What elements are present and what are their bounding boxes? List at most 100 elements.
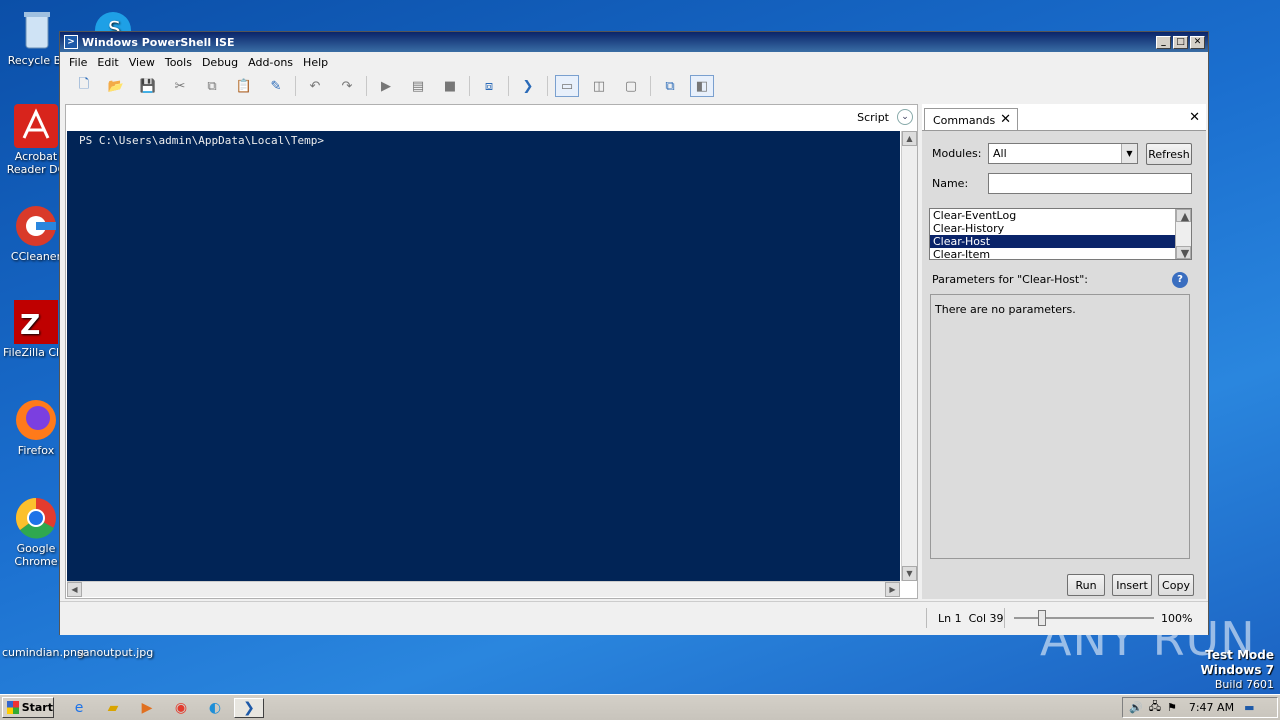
test-mode-line: Test Mode bbox=[1205, 648, 1274, 662]
maximize-button[interactable]: □ bbox=[1173, 35, 1188, 49]
scroll-up-icon[interactable]: ▲ bbox=[902, 131, 917, 146]
zoom-level: 100% bbox=[1161, 612, 1193, 625]
powershell-taskbar-icon[interactable]: ❯ bbox=[234, 698, 264, 718]
scroll-left-icon[interactable]: ◀ bbox=[67, 582, 82, 597]
system-tray: 🔊 🖧 ⚑ 7:47 AM ▬ bbox=[1122, 697, 1278, 718]
test-mode-line: Windows 7 bbox=[1200, 663, 1274, 677]
list-item[interactable]: Clear-Item bbox=[930, 248, 1191, 259]
flag-icon[interactable]: ⚑ bbox=[1167, 701, 1177, 714]
test-mode-line: Build 7601 bbox=[1214, 678, 1274, 691]
modules-value: All bbox=[993, 147, 1007, 160]
open-folder-icon[interactable]: 📂 bbox=[100, 75, 132, 97]
modules-select[interactable]: All ▼ bbox=[988, 143, 1138, 164]
list-item[interactable]: Clear-History bbox=[930, 222, 1191, 235]
help-icon[interactable]: ? bbox=[1172, 272, 1188, 288]
start-label: Start bbox=[21, 701, 53, 714]
commands-body: Modules: All ▼ Refresh Name: Clear-Event… bbox=[922, 130, 1206, 599]
toolbar: 🗋 📂 💾 ✂ ⧉ 📋 ✎ ↶ ↷ ▶ ▤ ■ ⧈ ❯ ▭ ◫ ▢ ⧉ ◧ bbox=[60, 72, 1208, 100]
menu-addons[interactable]: Add-ons bbox=[243, 56, 298, 69]
ccleaner-icon bbox=[14, 204, 58, 248]
cursor-position: Ln 1 Col 39 bbox=[938, 612, 1004, 625]
show-command-addon-icon[interactable]: ◧ bbox=[690, 75, 714, 97]
chevron-down-icon[interactable]: ⌄ bbox=[897, 109, 913, 125]
menu-help[interactable]: Help bbox=[298, 56, 333, 69]
chrome-icon bbox=[14, 496, 58, 540]
scroll-right-icon[interactable]: ▶ bbox=[885, 582, 900, 597]
tab-commands[interactable]: Commands ✕ bbox=[924, 108, 1018, 130]
volume-icon[interactable]: 🔊 bbox=[1129, 701, 1143, 714]
horizontal-scrollbar[interactable]: ◀ ▶ bbox=[67, 581, 900, 597]
show-script-maximized-icon[interactable]: ▢ bbox=[615, 75, 647, 97]
command-list[interactable]: Clear-EventLog Clear-History Clear-Host … bbox=[929, 208, 1192, 260]
name-input[interactable] bbox=[988, 173, 1192, 194]
clock[interactable]: 7:47 AM bbox=[1189, 701, 1234, 714]
copy-icon[interactable]: ⧉ bbox=[196, 75, 228, 97]
show-command-window-icon[interactable]: ⧉ bbox=[654, 75, 686, 97]
stop-icon[interactable]: ■ bbox=[434, 75, 466, 97]
show-script-top-icon[interactable]: ▭ bbox=[555, 75, 579, 97]
menu-edit[interactable]: Edit bbox=[92, 56, 123, 69]
vertical-scrollbar[interactable]: ▲ ▼ bbox=[901, 131, 917, 581]
desktop-file[interactable]: cumindian.png bbox=[2, 646, 84, 659]
redo-icon[interactable]: ↷ bbox=[331, 75, 363, 97]
svg-text:Z: Z bbox=[20, 308, 40, 341]
zoom-slider-track[interactable] bbox=[1014, 617, 1154, 619]
run-script-icon[interactable]: ▶ bbox=[370, 75, 402, 97]
undo-icon[interactable]: ↶ bbox=[299, 75, 331, 97]
run-button[interactable]: Run bbox=[1067, 574, 1105, 596]
list-item-selected[interactable]: Clear-Host bbox=[930, 235, 1191, 248]
menu-bar: File Edit View Tools Debug Add-ons Help bbox=[60, 52, 1208, 72]
scroll-down-icon[interactable]: ▼ bbox=[1176, 246, 1191, 259]
scroll-down-icon[interactable]: ▼ bbox=[902, 566, 917, 581]
desktop-file[interactable]: sanoutput.jpg bbox=[77, 646, 153, 659]
chrome-taskbar-icon[interactable]: ◉ bbox=[170, 698, 192, 718]
skype-icon: S bbox=[91, 8, 131, 48]
powershell-ise-window: > Windows PowerShell ISE _ □ ✕ File Edit… bbox=[59, 31, 1209, 635]
desktop-icon-label: CCleaner bbox=[10, 250, 62, 263]
media-player-icon[interactable]: ▶ bbox=[136, 698, 158, 718]
minimize-button[interactable]: _ bbox=[1156, 35, 1171, 49]
run-selection-icon[interactable]: ▤ bbox=[402, 75, 434, 97]
explorer-icon[interactable]: ▰ bbox=[102, 698, 124, 718]
list-item[interactable]: Clear-EventLog bbox=[930, 209, 1191, 222]
clear-console-icon[interactable]: ✎ bbox=[260, 75, 292, 97]
ie-icon[interactable]: e bbox=[68, 698, 90, 718]
taskbar: Start e ▰ ▶ ◉ ◐ ❯ 🔊 🖧 ⚑ 7:47 AM ▬ bbox=[0, 694, 1280, 720]
script-pane: Script ⌄ PS C:\Users\admin\AppData\Local… bbox=[65, 104, 918, 599]
start-powershell-icon[interactable]: ❯ bbox=[512, 75, 544, 97]
menu-view[interactable]: View bbox=[124, 56, 160, 69]
title-bar[interactable]: > Windows PowerShell ISE _ □ ✕ bbox=[60, 32, 1208, 52]
console-pane[interactable]: PS C:\Users\admin\AppData\Local\Temp> bbox=[67, 131, 900, 581]
close-button[interactable]: ✕ bbox=[1190, 35, 1205, 49]
edge-icon[interactable]: ◐ bbox=[204, 698, 226, 718]
zoom-slider-thumb[interactable] bbox=[1038, 610, 1046, 626]
close-pane-icon[interactable]: ✕ bbox=[1189, 110, 1200, 125]
status-bar: Ln 1 Col 39 100% bbox=[60, 601, 1208, 635]
chevron-down-icon[interactable]: ▼ bbox=[1121, 144, 1137, 163]
cut-icon[interactable]: ✂ bbox=[164, 75, 196, 97]
menu-file[interactable]: File bbox=[64, 56, 92, 69]
remote-powershell-icon[interactable]: ⧈ bbox=[473, 75, 505, 97]
refresh-button[interactable]: Refresh bbox=[1146, 143, 1192, 165]
menu-debug[interactable]: Debug bbox=[197, 56, 243, 69]
commands-tab-label: Commands bbox=[933, 114, 996, 127]
script-pane-header: Script ⌄ bbox=[66, 105, 917, 129]
network-icon[interactable]: 🖧 bbox=[1149, 698, 1161, 717]
copy-button[interactable]: Copy bbox=[1158, 574, 1194, 596]
insert-button[interactable]: Insert bbox=[1112, 574, 1152, 596]
close-icon[interactable]: ✕ bbox=[1000, 112, 1011, 127]
show-script-right-icon[interactable]: ◫ bbox=[583, 75, 615, 97]
console-prompt: PS C:\Users\admin\AppData\Local\Temp> bbox=[79, 134, 325, 147]
show-desktop-icon[interactable]: ▬ bbox=[1244, 701, 1254, 714]
parameters-title: Parameters for "Clear-Host": bbox=[932, 273, 1088, 286]
new-file-icon[interactable]: 🗋 bbox=[68, 75, 100, 97]
scroll-up-icon[interactable]: ▲ bbox=[1176, 209, 1191, 223]
paste-icon[interactable]: 📋 bbox=[228, 75, 260, 97]
script-label[interactable]: Script bbox=[857, 111, 889, 124]
filezilla-icon: Z bbox=[14, 300, 58, 344]
svg-text:S: S bbox=[108, 17, 121, 32]
save-icon[interactable]: 💾 bbox=[132, 75, 164, 97]
start-button[interactable]: Start bbox=[2, 697, 54, 718]
list-scrollbar[interactable]: ▲ ▼ bbox=[1175, 209, 1191, 259]
menu-tools[interactable]: Tools bbox=[160, 56, 197, 69]
